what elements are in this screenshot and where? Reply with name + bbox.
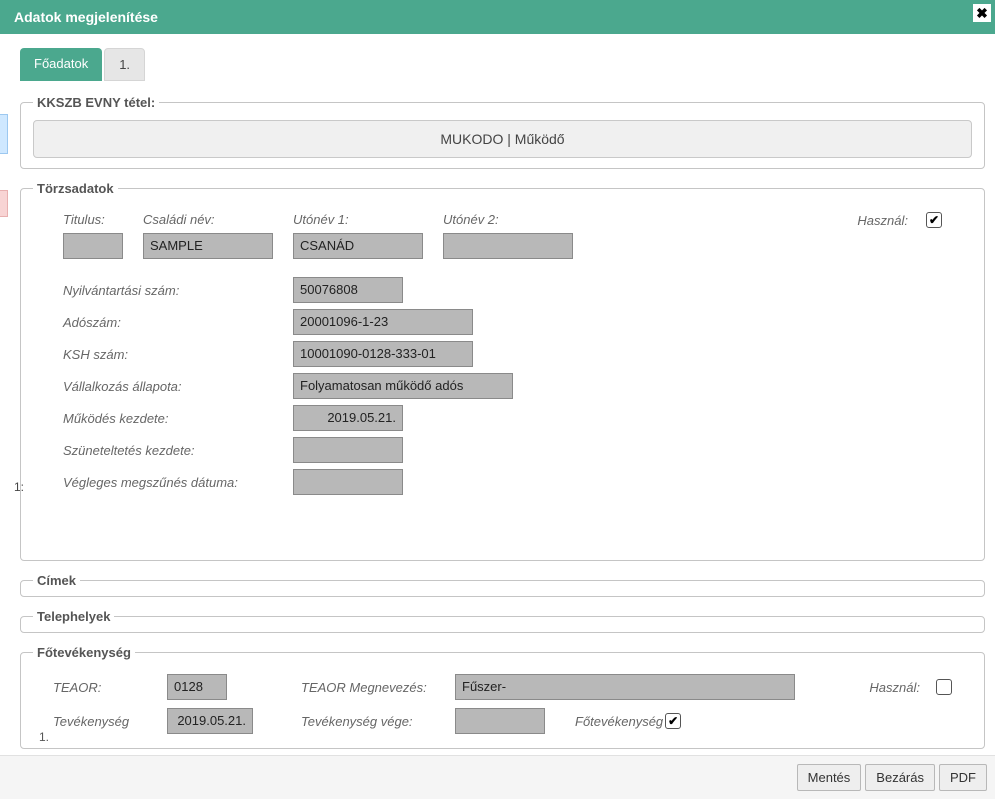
- tabs: Főadatok 1.: [20, 48, 985, 81]
- checkbox-hasznal[interactable]: ✔: [926, 212, 942, 228]
- field-titulus: [63, 233, 123, 259]
- tab-foadatok[interactable]: Főadatok: [20, 48, 102, 81]
- field-ksh: 10001090-0128-333-01: [293, 341, 473, 367]
- modal-header: Adatok megjelenítése ✖: [0, 0, 995, 34]
- save-button[interactable]: Mentés: [797, 764, 862, 791]
- legend-torzsadatok: Törzsadatok: [33, 181, 118, 196]
- label-utonev1: Utónév 1:: [293, 212, 423, 227]
- content-scroll[interactable]: Főadatok 1. KKSZB EVNY tétel: MUKODO | M…: [0, 34, 995, 755]
- tab-1[interactable]: 1.: [104, 48, 145, 81]
- field-nyilv: 50076808: [293, 277, 403, 303]
- field-tev-kezd: 2019.05.21.: [167, 708, 253, 734]
- field-csaladi: SAMPLE: [143, 233, 273, 259]
- field-mukodes-kezd: 2019.05.21.: [293, 405, 403, 431]
- fieldset-telephelyek: Telephelyek: [20, 609, 985, 633]
- field-vegleges: [293, 469, 403, 495]
- fieldset-torzsadatok: Törzsadatok Titulus: Családi név: SAMPLE…: [20, 181, 985, 561]
- footer: Mentés Bezárás PDF: [0, 755, 995, 799]
- checkbox-fotev-hasznal[interactable]: [936, 679, 952, 695]
- label-fotev: Főtevékenység: [575, 714, 663, 729]
- label-tev-kezd: Tevékenység: [53, 714, 153, 729]
- label-allapot: Vállalkozás állapota:: [63, 379, 293, 394]
- pdf-button[interactable]: PDF: [939, 764, 987, 791]
- field-utonev2: [443, 233, 573, 259]
- fieldset-kkszb: KKSZB EVNY tétel: MUKODO | Működő: [20, 95, 985, 169]
- legend-telephelyek: Telephelyek: [33, 609, 114, 624]
- field-teaor: 0128: [167, 674, 227, 700]
- label-tev-vege: Tevékenység vége:: [301, 714, 441, 729]
- label-ksh: KSH szám:: [63, 347, 293, 362]
- label-mukodes-kezd: Működés kezdete:: [63, 411, 293, 426]
- legend-cimek: Címek: [33, 573, 80, 588]
- legend-fotevekenyseg: Főtevékenység: [33, 645, 135, 660]
- label-vegleges: Végleges megszűnés dátuma:: [63, 475, 293, 490]
- label-utonev2: Utónév 2:: [443, 212, 573, 227]
- checkbox-fotev[interactable]: ✔: [665, 713, 681, 729]
- field-szunet: [293, 437, 403, 463]
- kkszb-body: MUKODO | Működő: [33, 120, 972, 158]
- row-marker-1: 1.: [39, 730, 49, 744]
- label-fotev-hasznal: Használ:: [869, 680, 920, 695]
- label-adoszam: Adószám:: [63, 315, 293, 330]
- fieldset-fotevekenyseg: Főtevékenység TEAOR: 0128 TEAOR Megnevez…: [20, 645, 985, 749]
- label-teaor: TEAOR:: [53, 680, 153, 695]
- field-allapot: Folyamatosan működő adós: [293, 373, 513, 399]
- label-nyilv: Nyilvántartási szám:: [63, 283, 293, 298]
- modal-title: Adatok megjelenítése: [14, 9, 158, 25]
- label-titulus: Titulus:: [63, 212, 123, 227]
- label-szunet: Szüneteltetés kezdete:: [63, 443, 293, 458]
- field-tev-vege: [455, 708, 545, 734]
- label-csaladi: Családi név:: [143, 212, 273, 227]
- label-teaor-megn: TEAOR Megnevezés:: [301, 680, 441, 695]
- label-hasznal: Használ:: [857, 213, 908, 228]
- close-button[interactable]: Bezárás: [865, 764, 935, 791]
- field-utonev1: CSANÁD: [293, 233, 423, 259]
- legend-kkszb: KKSZB EVNY tétel:: [33, 95, 159, 110]
- close-icon[interactable]: ✖: [973, 4, 991, 22]
- fieldset-cimek: Címek: [20, 573, 985, 597]
- field-adoszam: 20001096-1-23: [293, 309, 473, 335]
- field-teaor-megn: Fűszer-: [455, 674, 795, 700]
